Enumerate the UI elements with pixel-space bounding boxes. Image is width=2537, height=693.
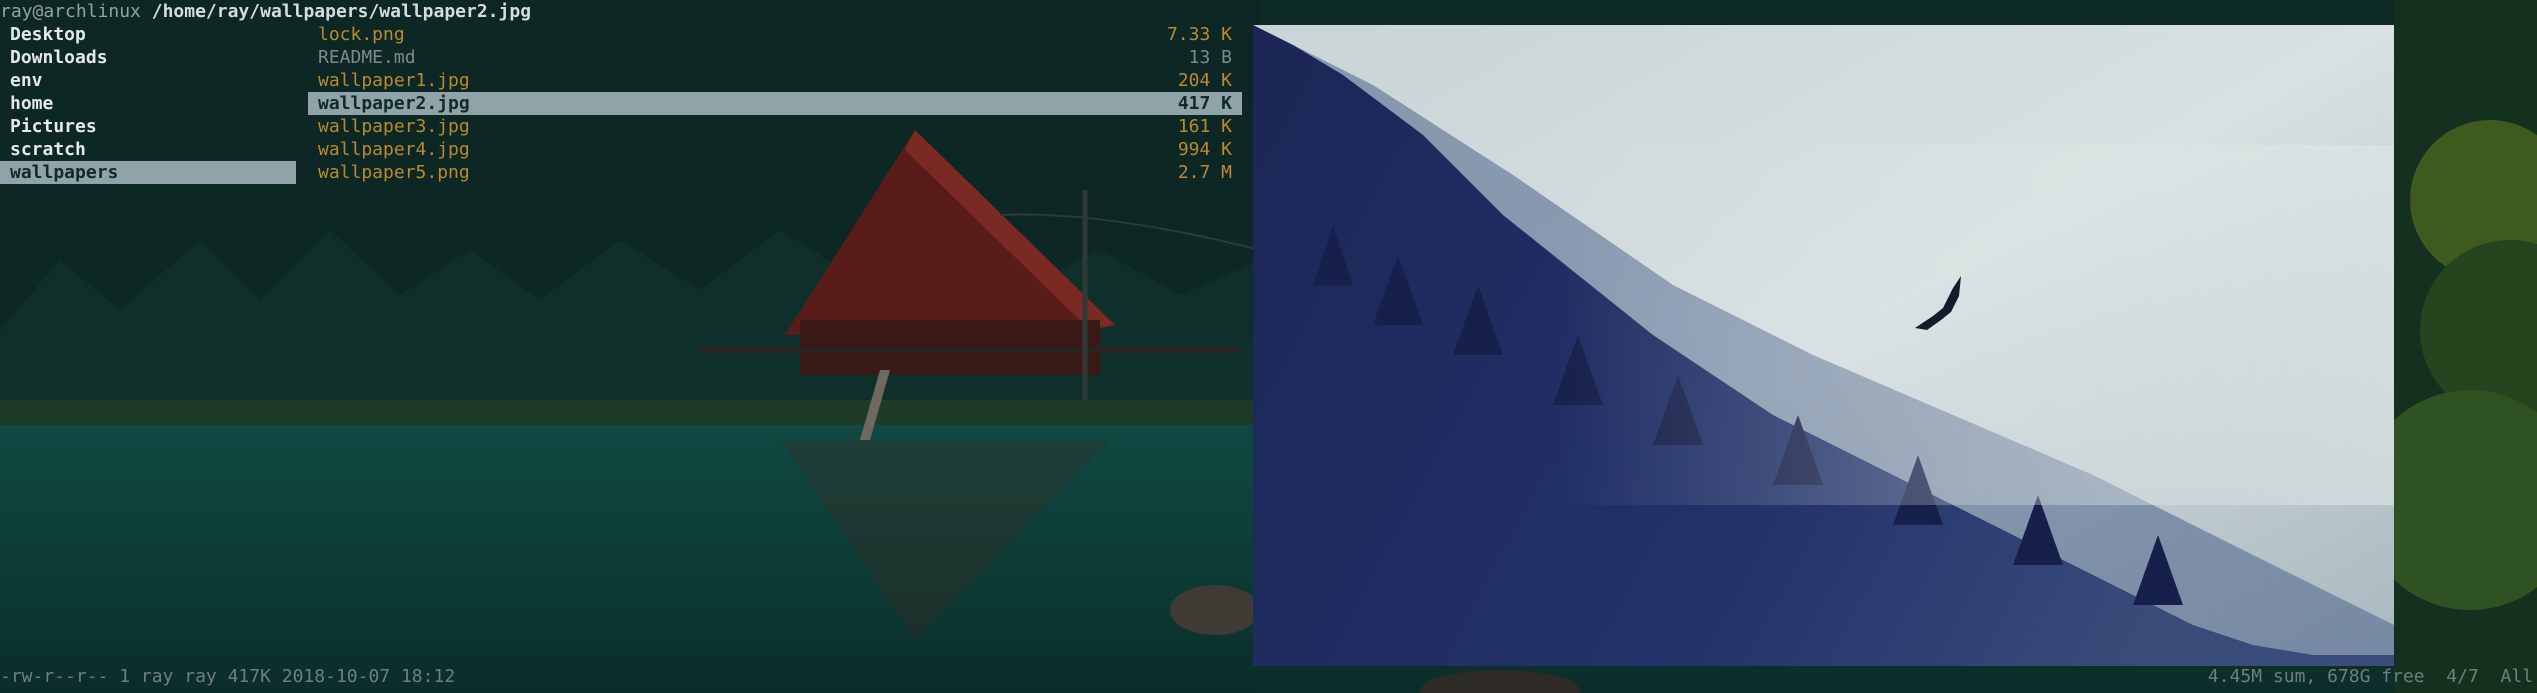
file-name: README.md: [318, 47, 416, 68]
current-path: /home/ray/wallpapers/wallpaper2.jpg: [151, 1, 532, 22]
file-row-wallpaper1-jpg[interactable]: wallpaper1.jpg 204 K: [308, 69, 1242, 92]
file-row-lock-png[interactable]: lock.png 7.33 K: [308, 23, 1242, 46]
dir-item-desktop[interactable]: Desktop: [0, 23, 296, 46]
file-permissions-info: -rw-r--r-- 1 ray ray 417K 2018-10-07 18:…: [0, 666, 456, 687]
file-size: 13 B: [1188, 47, 1232, 68]
file-row-readme-md[interactable]: README.md 13 B: [308, 46, 1242, 69]
dir-item-wallpapers[interactable]: wallpapers: [0, 161, 296, 184]
disk-summary: 4.45M sum, 678G free 4/7 All: [2207, 666, 2533, 687]
file-name: wallpaper3.jpg: [318, 116, 470, 137]
file-size: 7.33 K: [1166, 24, 1232, 45]
dir-item-downloads[interactable]: Downloads: [0, 46, 296, 69]
status-bar: -rw-r--r-- 1 ray ray 417K 2018-10-07 18:…: [0, 665, 2537, 688]
file-row-wallpaper2-jpg[interactable]: wallpaper2.jpg 417 K: [308, 92, 1242, 115]
file-name: wallpaper2.jpg: [318, 93, 470, 114]
file-size: 2.7 M: [1177, 162, 1232, 183]
file-size: 204 K: [1177, 70, 1232, 91]
file-name: wallpaper1.jpg: [318, 70, 470, 91]
dir-item-env[interactable]: env: [0, 69, 296, 92]
dir-item-pictures[interactable]: Pictures: [0, 115, 296, 138]
file-list-column: lock.png 7.33 K README.md 13 B wallpaper…: [308, 23, 1242, 184]
file-row-wallpaper3-jpg[interactable]: wallpaper3.jpg 161 K: [308, 115, 1242, 138]
file-name: wallpaper4.jpg: [318, 139, 470, 160]
parent-directory-column: Desktop Downloads env home Pictures scra…: [0, 23, 296, 184]
image-preview-foggy-forest-eagle-icon: [1253, 25, 2394, 666]
file-name: lock.png: [318, 24, 405, 45]
terminal-window[interactable]: ray@archlinux /home/ray/wallpapers/wallp…: [0, 0, 2537, 693]
image-preview: [1253, 25, 2394, 666]
path-titlebar: ray@archlinux /home/ray/wallpapers/wallp…: [0, 0, 531, 23]
dir-item-scratch[interactable]: scratch: [0, 138, 296, 161]
user-host: ray@archlinux: [0, 1, 141, 22]
file-row-wallpaper4-jpg[interactable]: wallpaper4.jpg 994 K: [308, 138, 1242, 161]
file-row-wallpaper5-png[interactable]: wallpaper5.png 2.7 M: [308, 161, 1242, 184]
dir-item-home[interactable]: home: [0, 92, 296, 115]
file-size: 161 K: [1177, 116, 1232, 137]
file-size: 994 K: [1177, 139, 1232, 160]
file-name: wallpaper5.png: [318, 162, 470, 183]
file-size: 417 K: [1177, 93, 1232, 114]
